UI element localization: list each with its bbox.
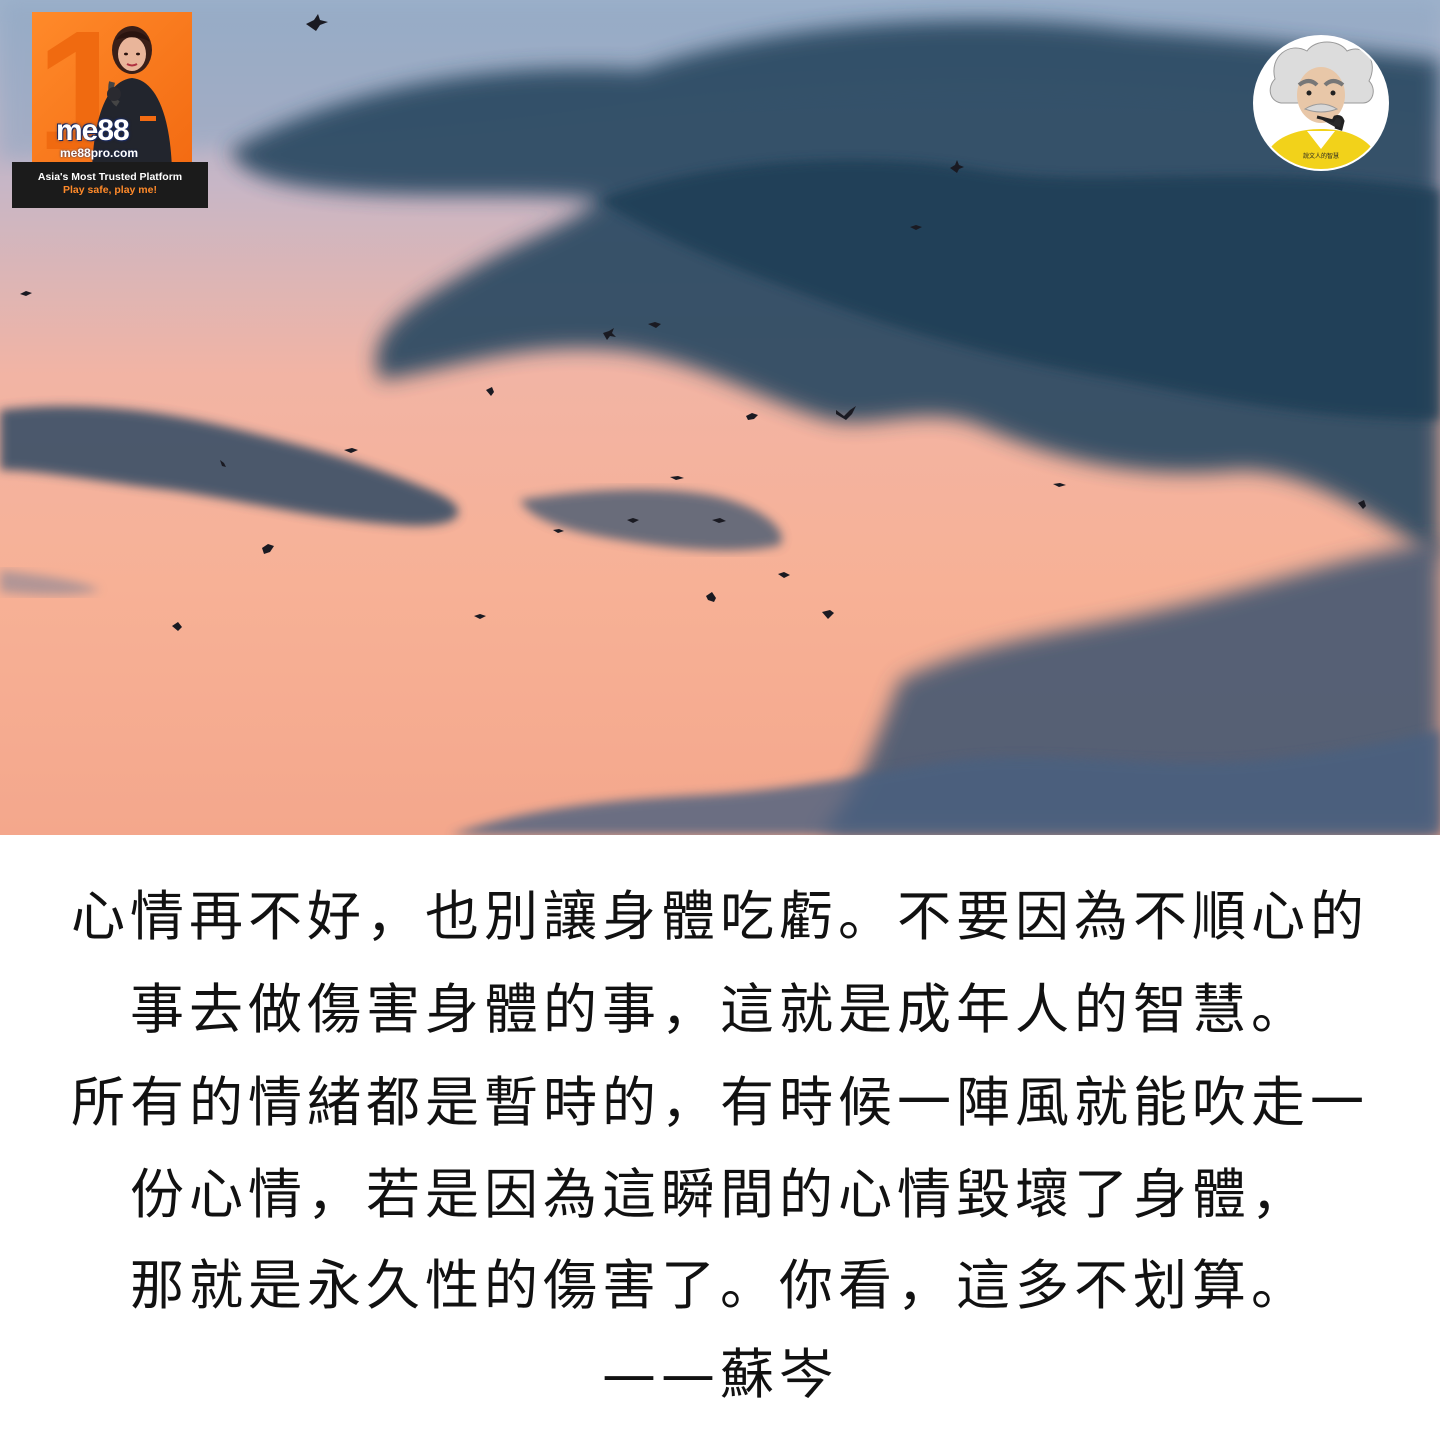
bird [1358, 500, 1366, 509]
bird [627, 518, 639, 523]
channel-avatar[interactable]: 說文人的智慧 [1255, 37, 1387, 169]
bird [950, 160, 964, 173]
quote-line-1: 心情再不好，也別讓身體吃虧。不要因為不順心的 [71, 885, 1369, 948]
bird [486, 387, 494, 396]
badge-strip: Asia's Most Trusted Platform Play safe, … [12, 162, 208, 208]
bird [553, 529, 564, 533]
bird [910, 225, 922, 230]
bird [306, 14, 328, 31]
birds-layer [20, 14, 1366, 631]
bird [712, 518, 726, 523]
quote-line-5: 那就是永久性的傷害了。你看，這多不划算。 [130, 1254, 1310, 1317]
bird [836, 406, 856, 420]
badge-tagline: Asia's Most Trusted Platform [37, 171, 183, 183]
sky-photo [0, 0, 1440, 835]
bird [648, 322, 661, 328]
bird [262, 544, 274, 554]
bird [670, 476, 684, 480]
badge-logo: me88 [56, 114, 130, 147]
quote-line-4: 份心情，若是因為這瞬間的心情毀壞了身體， [130, 1163, 1310, 1226]
bird [20, 291, 32, 296]
quote-line-2: 事去做傷害身體的事，這就是成年人的智慧。 [130, 978, 1310, 1041]
avatar-label: 說文人的智慧 [1302, 153, 1339, 160]
me88-badge[interactable]: 1 me88 me88pro.com Asia's Most Trusted P… [12, 6, 208, 208]
badge-slogan: Play safe, play me! [63, 184, 157, 196]
bird [603, 328, 616, 340]
bird [1053, 483, 1066, 487]
bird [778, 572, 790, 578]
bird [474, 614, 486, 619]
bird [706, 592, 716, 602]
bird [172, 622, 182, 631]
quote-block: 心情再不好，也別讓身體吃虧。不要因為不順心的 事去做傷害身體的事，這就是成年人的… [0, 835, 1440, 1440]
quote-author: ——蘇岑 [602, 1343, 838, 1406]
bird [344, 448, 358, 453]
bird [220, 460, 226, 467]
einstein-cartoon-icon [1255, 37, 1387, 169]
bird [746, 413, 758, 420]
badge-url: me88pro.com [60, 146, 139, 160]
quote-line-3: 所有的情緒都是暫時的，有時候一陣風就能吹走一 [71, 1071, 1369, 1134]
bird [822, 610, 834, 619]
